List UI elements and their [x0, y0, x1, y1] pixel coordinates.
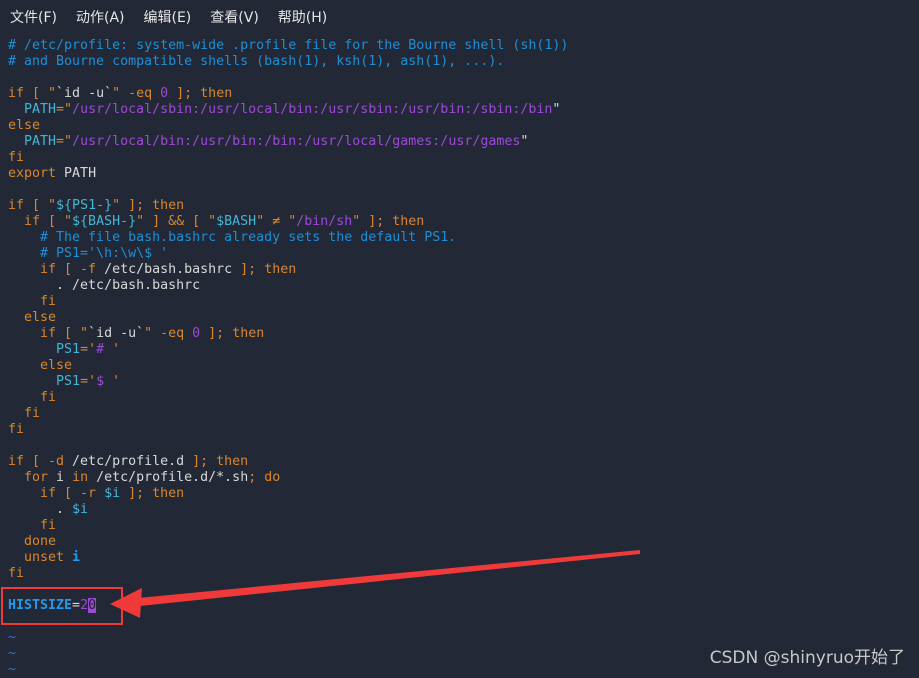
watermark: CSDN @shinyruo开始了: [709, 648, 905, 668]
arrow-head: [110, 588, 142, 618]
arrow-shaft: [138, 550, 640, 606]
arrow-annotation: [110, 550, 640, 618]
